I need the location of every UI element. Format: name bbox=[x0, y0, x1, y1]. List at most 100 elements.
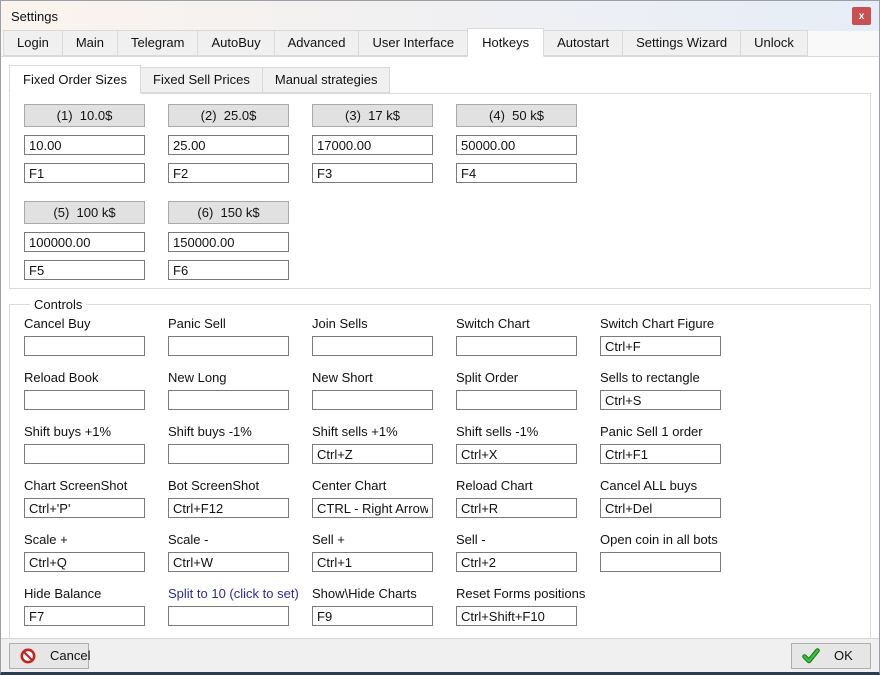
label-cancel-buy: Cancel Buy bbox=[24, 316, 168, 333]
control-bot-screenshot: Bot ScreenShot bbox=[168, 478, 312, 518]
hotkey-input-sells-to-rectangle[interactable] bbox=[600, 390, 721, 410]
label-split-order: Split Order bbox=[456, 370, 600, 387]
tab-hotkeys[interactable]: Hotkeys bbox=[467, 28, 544, 57]
subtab-fixed-sell-prices[interactable]: Fixed Sell Prices bbox=[140, 67, 263, 93]
cancel-button[interactable]: Cancel bbox=[9, 643, 89, 669]
order-amount-input-3[interactable] bbox=[312, 135, 433, 155]
control-shift-buys-plus-1: Shift buys +1% bbox=[24, 424, 168, 464]
hotkey-input-join-sells[interactable] bbox=[312, 336, 433, 356]
hotkey-input-reload-chart[interactable] bbox=[456, 498, 577, 518]
hotkey-input-bot-screenshot[interactable] bbox=[168, 498, 289, 518]
order-amount-input-6[interactable] bbox=[168, 232, 289, 252]
label-join-sells: Join Sells bbox=[312, 316, 456, 333]
tab-autobuy[interactable]: AutoBuy bbox=[197, 30, 274, 56]
order-hotkey-input-5[interactable] bbox=[24, 260, 145, 280]
order-amount-input-4[interactable] bbox=[456, 135, 577, 155]
tab-unlock[interactable]: Unlock bbox=[740, 30, 808, 56]
label-hide-balance: Hide Balance bbox=[24, 586, 168, 603]
tab-settings-wizard[interactable]: Settings Wizard bbox=[622, 30, 741, 56]
hotkey-input-reload-book[interactable] bbox=[24, 390, 145, 410]
label-sell-plus: Sell + bbox=[312, 532, 456, 549]
hotkey-input-chart-screenshot[interactable] bbox=[24, 498, 145, 518]
control-sell-minus: Sell - bbox=[456, 532, 600, 572]
label-scale-minus: Scale - bbox=[168, 532, 312, 549]
order-hotkey-input-6[interactable] bbox=[168, 260, 289, 280]
order-size-col-2: (2) 25.0$ bbox=[168, 104, 289, 183]
hotkey-input-shift-sells-minus-1[interactable] bbox=[456, 444, 577, 464]
control-new-long: New Long bbox=[168, 370, 312, 410]
main-tabstrip: Login Main Telegram AutoBuy Advanced Use… bbox=[1, 31, 879, 57]
split-to-10-link[interactable]: Split to 10 (click to set) bbox=[168, 586, 312, 603]
hotkey-input-cancel-all-buys[interactable] bbox=[600, 498, 721, 518]
fixed-order-sizes-panel: (1) 10.0$ (2) 25.0$ (3) 17 k$ (4) 50 k$ bbox=[9, 93, 871, 289]
hotkey-input-show-hide-charts[interactable] bbox=[312, 606, 433, 626]
controls-legend: Controls bbox=[30, 297, 86, 312]
hotkey-input-panic-sell-1-order[interactable] bbox=[600, 444, 721, 464]
order-hotkey-input-3[interactable] bbox=[312, 163, 433, 183]
order-hotkey-input-1[interactable] bbox=[24, 163, 145, 183]
order-hotkey-input-4[interactable] bbox=[456, 163, 577, 183]
tab-user-interface[interactable]: User Interface bbox=[358, 30, 468, 56]
hotkey-input-open-coin-in-all-bots[interactable] bbox=[600, 552, 721, 572]
hotkey-input-center-chart[interactable] bbox=[312, 498, 433, 518]
subtab-manual-strategies[interactable]: Manual strategies bbox=[262, 67, 391, 93]
hotkey-input-cancel-buy[interactable] bbox=[24, 336, 145, 356]
hotkey-input-shift-sells-plus-1[interactable] bbox=[312, 444, 433, 464]
order-size-button-3[interactable]: (3) 17 k$ bbox=[312, 104, 433, 127]
hotkey-input-reset-forms-positions[interactable] bbox=[456, 606, 577, 626]
hotkey-input-shift-buys-plus-1[interactable] bbox=[24, 444, 145, 464]
hotkey-input-sell-minus[interactable] bbox=[456, 552, 577, 572]
label-switch-chart: Switch Chart bbox=[456, 316, 600, 333]
ok-button[interactable]: OK bbox=[791, 643, 871, 669]
order-hotkey-input-2[interactable] bbox=[168, 163, 289, 183]
hotkey-input-scale-minus[interactable] bbox=[168, 552, 289, 572]
tab-telegram[interactable]: Telegram bbox=[117, 30, 198, 56]
order-size-col-3: (3) 17 k$ bbox=[312, 104, 433, 183]
order-size-button-4[interactable]: (4) 50 k$ bbox=[456, 104, 577, 127]
titlebar: Settings x bbox=[1, 1, 879, 31]
order-size-button-5[interactable]: (5) 100 k$ bbox=[24, 201, 145, 224]
control-shift-sells-minus-1: Shift sells -1% bbox=[456, 424, 600, 464]
control-show-hide-charts: Show\Hide Charts bbox=[312, 586, 456, 626]
hotkey-input-split-to-10[interactable] bbox=[168, 606, 289, 626]
tab-advanced[interactable]: Advanced bbox=[274, 30, 360, 56]
order-amount-input-1[interactable] bbox=[24, 135, 145, 155]
control-sells-to-rectangle: Sells to rectangle bbox=[600, 370, 744, 410]
order-size-button-2[interactable]: (2) 25.0$ bbox=[168, 104, 289, 127]
tab-main[interactable]: Main bbox=[62, 30, 118, 56]
hotkey-input-panic-sell[interactable] bbox=[168, 336, 289, 356]
order-amount-input-2[interactable] bbox=[168, 135, 289, 155]
hotkey-input-sell-plus[interactable] bbox=[312, 552, 433, 572]
label-reset-forms-positions: Reset Forms positions bbox=[456, 586, 600, 603]
label-panic-sell-1-order: Panic Sell 1 order bbox=[600, 424, 744, 441]
hotkey-input-new-short[interactable] bbox=[312, 390, 433, 410]
controls-groupbox: Controls Cancel Buy Panic Sell Join Sell… bbox=[9, 297, 871, 639]
hotkey-input-scale-plus[interactable] bbox=[24, 552, 145, 572]
control-reset-forms-positions: Reset Forms positions bbox=[456, 586, 600, 626]
order-amount-input-5[interactable] bbox=[24, 232, 145, 252]
control-switch-chart-figure: Switch Chart Figure bbox=[600, 316, 744, 356]
label-sell-minus: Sell - bbox=[456, 532, 600, 549]
control-split-to-10: Split to 10 (click to set) bbox=[168, 586, 312, 626]
order-size-button-1[interactable]: (1) 10.0$ bbox=[24, 104, 145, 127]
control-cancel-all-buys: Cancel ALL buys bbox=[600, 478, 744, 518]
hotkey-input-switch-chart-figure[interactable] bbox=[600, 336, 721, 356]
label-shift-buys-plus-1: Shift buys +1% bbox=[24, 424, 168, 441]
label-chart-screenshot: Chart ScreenShot bbox=[24, 478, 168, 495]
control-scale-minus: Scale - bbox=[168, 532, 312, 572]
hotkey-input-hide-balance[interactable] bbox=[24, 606, 145, 626]
order-size-button-6[interactable]: (6) 150 k$ bbox=[168, 201, 289, 224]
label-reload-chart: Reload Chart bbox=[456, 478, 600, 495]
hotkey-input-switch-chart[interactable] bbox=[456, 336, 577, 356]
tab-login[interactable]: Login bbox=[3, 30, 63, 56]
close-icon[interactable]: x bbox=[852, 7, 871, 25]
hotkey-input-split-order[interactable] bbox=[456, 390, 577, 410]
hotkey-input-new-long[interactable] bbox=[168, 390, 289, 410]
subtab-fixed-order-sizes[interactable]: Fixed Order Sizes bbox=[9, 65, 141, 94]
hotkey-input-shift-buys-minus-1[interactable] bbox=[168, 444, 289, 464]
cancel-button-label: Cancel bbox=[50, 648, 90, 663]
control-split-order: Split Order bbox=[456, 370, 600, 410]
control-new-short: New Short bbox=[312, 370, 456, 410]
label-new-long: New Long bbox=[168, 370, 312, 387]
tab-autostart[interactable]: Autostart bbox=[543, 30, 623, 56]
